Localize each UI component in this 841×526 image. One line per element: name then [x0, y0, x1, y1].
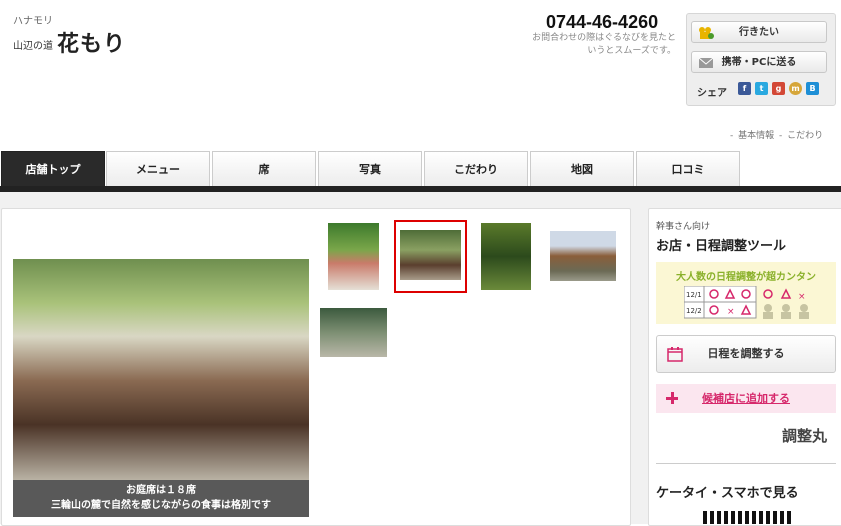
send-to-phone-label: 携帯・PCに送る [721, 57, 797, 68]
sublinks: - 基本情報 - こだわり [728, 128, 823, 141]
facebook-icon[interactable]: f [738, 82, 751, 95]
mobile-title: ケータイ・スマホで見る [656, 486, 799, 501]
promo-date-1: 12/1 [686, 291, 702, 299]
want-to-go-label: 行きたい [739, 27, 779, 38]
tab-map[interactable]: 地図 [530, 151, 634, 186]
caption-line-2: 三輪山の麓で自然を感じながらの食事は格別です [51, 500, 271, 511]
thumbnail[interactable] [481, 223, 531, 290]
store-tabs: 店舗トップ メニュー 席 写真 こだわり 地図 口コミ [0, 151, 841, 187]
google-plus-icon[interactable]: g [772, 82, 785, 95]
want-to-go-icon [699, 27, 714, 39]
tab-menu[interactable]: メニュー [106, 151, 210, 186]
chouseimaru-logo[interactable]: 調整丸 [782, 425, 827, 446]
thumbnail-selected[interactable] [394, 220, 467, 293]
store-area: 山辺の道 [13, 41, 53, 52]
action-box: 行きたい 携帯・PCに送る シェア f t g m B [686, 13, 836, 106]
svg-text:×: × [798, 292, 806, 302]
tab-seats[interactable]: 席 [212, 151, 316, 186]
want-to-go-button[interactable]: 行きたい [691, 21, 827, 43]
main-photo [13, 259, 309, 480]
tab-store-top[interactable]: 店舗トップ [1, 151, 105, 186]
phone-number: 0744-46-4260 [546, 12, 659, 32]
share-label: シェア [697, 88, 727, 99]
store-kana: ハナモリ [13, 16, 53, 27]
thumbnail[interactable] [328, 223, 379, 290]
send-to-phone-button[interactable]: 携帯・PCに送る [691, 51, 827, 73]
schedule-promo[interactable]: 大人数の日程調整が超カンタン 12/1 12/2 × × [656, 262, 836, 324]
sublink-basic-info[interactable]: - 基本情報 [730, 131, 774, 141]
tab-kodawari[interactable]: こだわり [424, 151, 528, 186]
add-candidate-link[interactable]: 候補店に追加する [656, 384, 836, 413]
store-name: 花もり [57, 32, 127, 57]
photo-caption: お庭席は１８席 三輪山の麓で自然を感じながらの食事は格別です [13, 480, 309, 517]
caption-line-1: お庭席は１８席 [126, 485, 196, 496]
schedule-table-illustration: 12/1 12/2 × × [684, 286, 809, 319]
promo-date-2: 12/2 [686, 307, 702, 315]
sidebar-divider [656, 463, 836, 464]
sidebar-subtitle: 幹事さん向け [656, 222, 711, 232]
phone-note: お問合わせの際はぐるなびを見たというとスムーズです。 [532, 33, 676, 56]
promo-text: 大人数の日程調整が超カンタン [676, 272, 816, 283]
twitter-icon[interactable]: t [755, 82, 768, 95]
tab-reviews[interactable]: 口コミ [636, 151, 740, 186]
add-candidate-box: 候補店に追加する [656, 384, 836, 413]
thumbnail[interactable] [320, 308, 387, 357]
svg-text:×: × [727, 307, 735, 317]
tab-photos[interactable]: 写真 [318, 151, 422, 186]
hatena-icon[interactable]: B [806, 82, 819, 95]
thumbnail[interactable] [550, 231, 616, 281]
adjust-schedule-label: 日程を調整する [707, 347, 785, 360]
mail-icon [698, 57, 714, 68]
qr-code [703, 511, 791, 524]
mixi-icon[interactable]: m [789, 82, 802, 95]
sidebar-title: お店・日程調整ツール [656, 239, 787, 254]
calendar-icon [667, 347, 683, 362]
adjust-schedule-button[interactable]: 日程を調整する [656, 335, 836, 373]
sublink-kodawari[interactable]: - こだわり [779, 131, 823, 141]
